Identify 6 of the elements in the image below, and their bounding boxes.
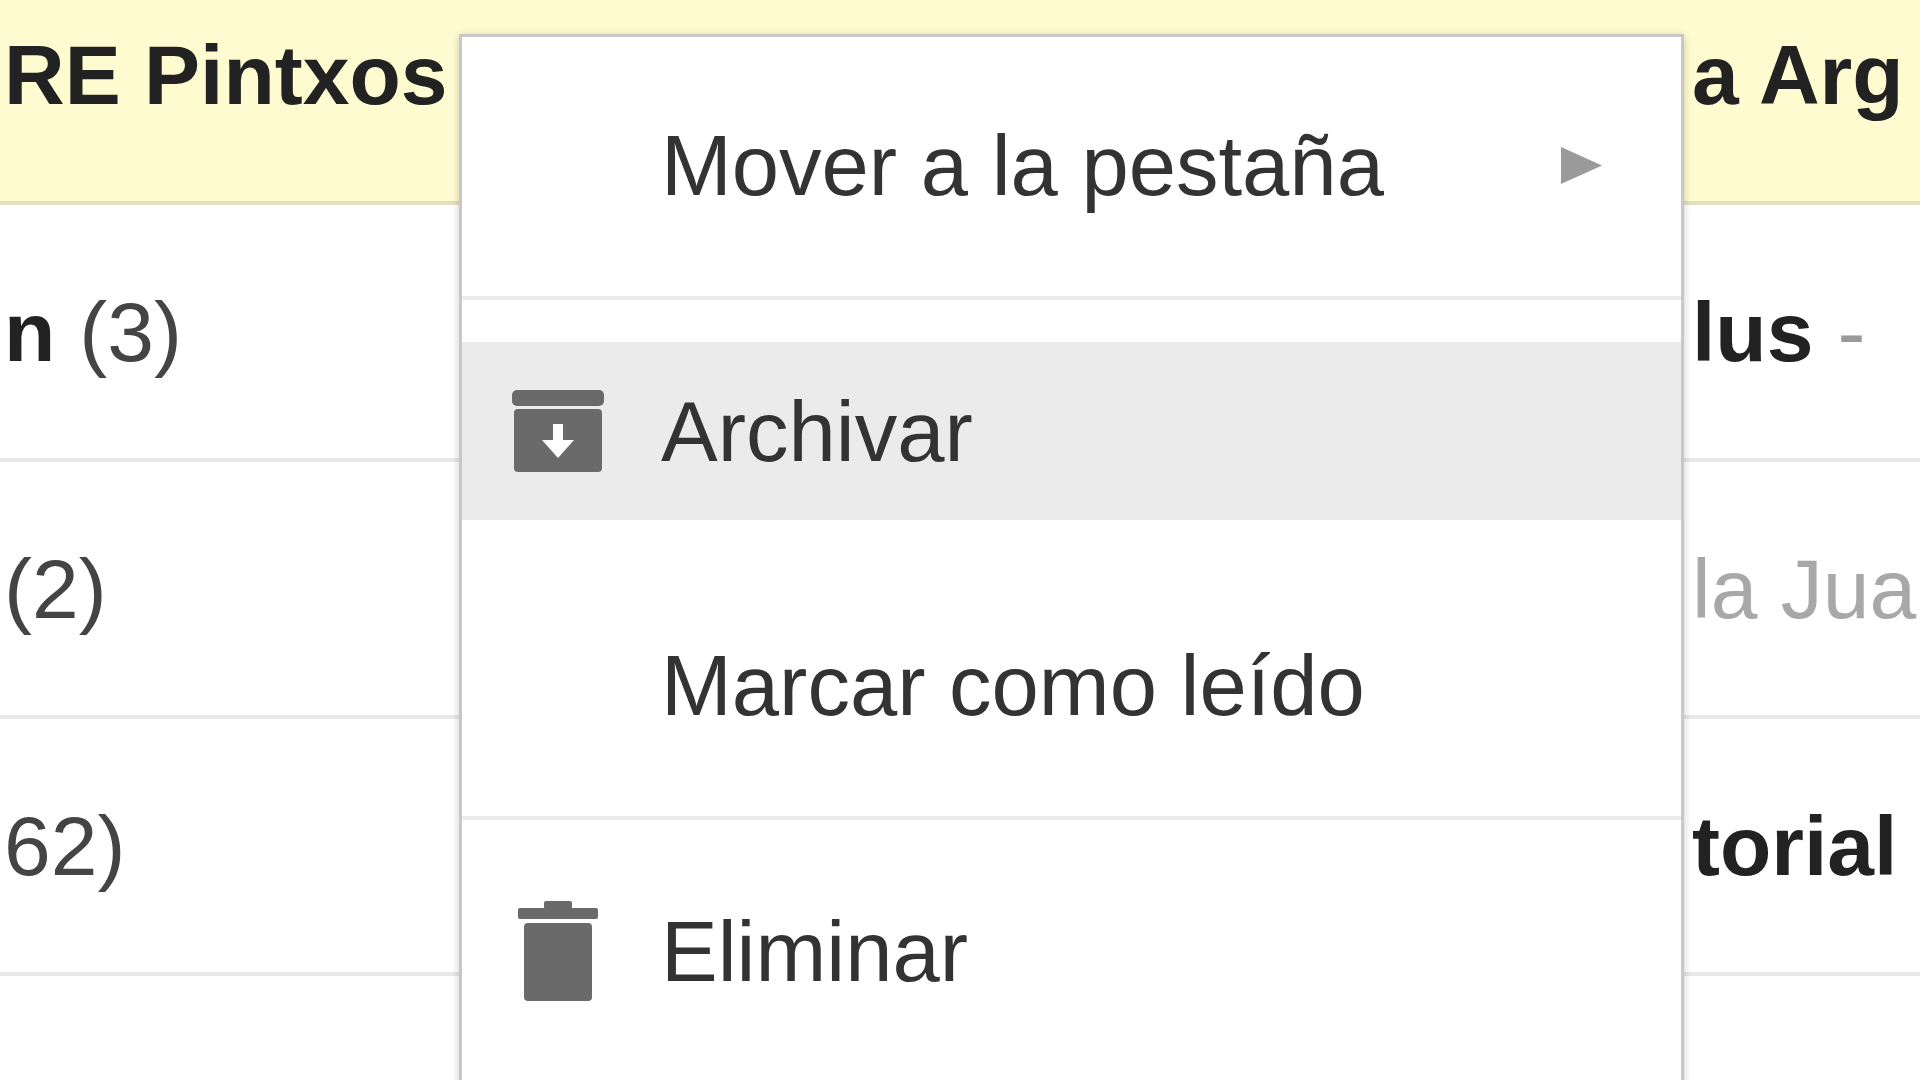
- email-subject: lus: [1692, 289, 1814, 374]
- email-subject: torial: [1692, 803, 1898, 888]
- email-snippet: -: [1837, 289, 1866, 374]
- sender-name: RE Pintxos: [4, 32, 448, 117]
- sender-name: n: [4, 289, 56, 374]
- email-subject: la Jua: [1692, 546, 1917, 631]
